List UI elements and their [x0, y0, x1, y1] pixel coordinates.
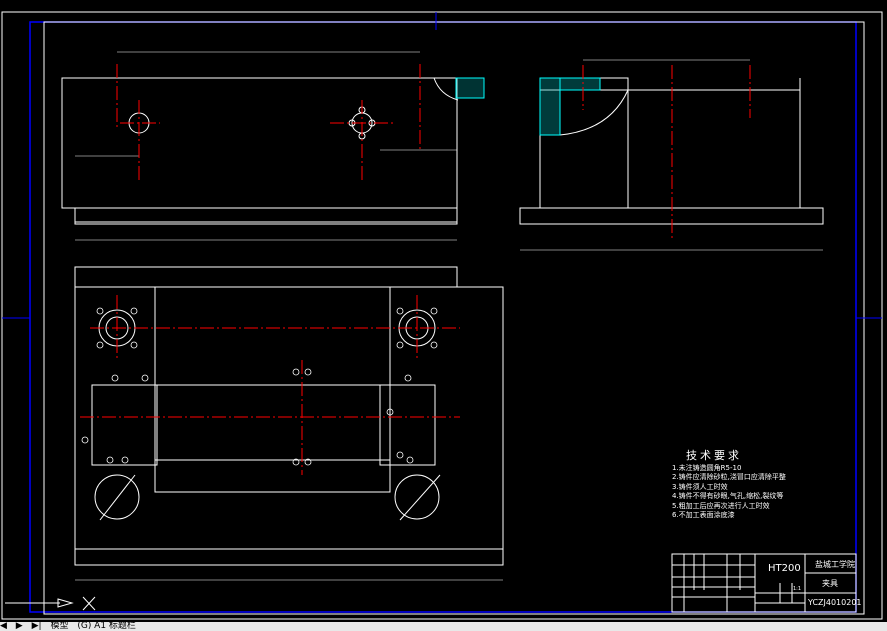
tab-nav-prev[interactable]: ◀ [0, 622, 7, 631]
drawing-number: YCZJ4010201 [808, 598, 862, 607]
cad-drawing-canvas[interactable]: 技术要求 1.未注铸造圆角R5-10 2.铸件应清除砂粒,浇冒口应清除平整 3.… [0, 0, 887, 622]
ucs-icon [5, 596, 96, 611]
drawing-svg [1, 11, 883, 620]
front-view [61, 51, 485, 241]
outer-border [1, 11, 883, 620]
requirement-item: 3.铸件须人工时效 [672, 482, 728, 491]
top-view [74, 266, 504, 581]
requirement-item: 4.铸件不得有砂眼,气孔,缩松,裂纹等 [672, 492, 784, 500]
tech-requirements-title: 技术要求 [686, 449, 742, 462]
tab-nav-last[interactable]: ▶| [32, 622, 42, 631]
tab-nav-next[interactable]: ▶ [16, 622, 23, 631]
material-label: HT200 [768, 563, 801, 574]
requirement-item: 6.不加工表面涂底漆 [672, 511, 735, 519]
part-name-label: 夹具 [822, 579, 838, 588]
inner-frame [29, 21, 857, 613]
requirement-item: 5.粗加工后应再次进行人工时效 [672, 501, 770, 510]
drawing-frame [43, 21, 865, 615]
requirement-item: 2.铸件应清除砂粒,浇冒口应清除平整 [672, 473, 786, 481]
scale-value: 1:1 [793, 586, 802, 592]
tab-layout-a1[interactable]: (G) A1 标题栏 [77, 622, 136, 631]
school-label: 盐城工学院 [815, 560, 855, 569]
requirement-item: 1.未注铸造圆角R5-10 [672, 463, 742, 472]
tab-model[interactable]: 模型 [50, 622, 68, 631]
technical-requirements: 技术要求 1.未注铸造圆角R5-10 2.铸件应清除砂粒,浇冒口应清除平整 3.… [672, 449, 786, 521]
layout-tabs-bar: ◀ ▶ ▶| 模型 (G) A1 标题栏 [0, 622, 887, 631]
